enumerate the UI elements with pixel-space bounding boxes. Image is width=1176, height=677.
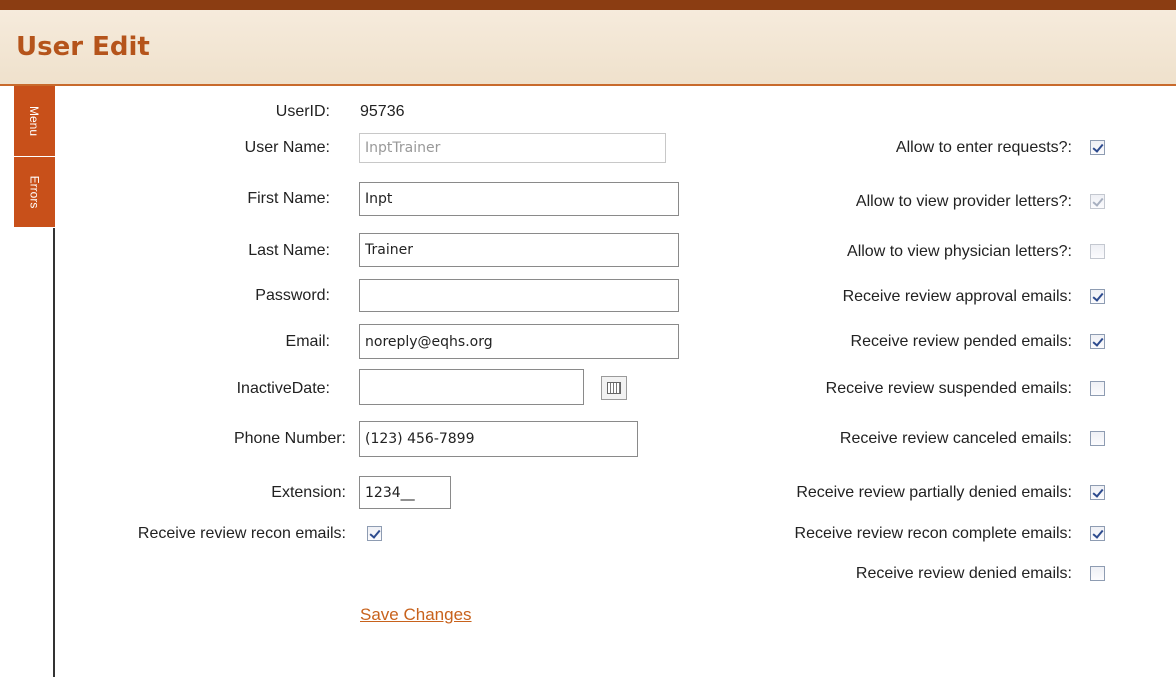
tab-errors[interactable]: Errors (14, 157, 55, 228)
perm-label-denied-emails: Receive review denied emails: (855, 565, 1072, 582)
extension-input[interactable] (359, 476, 451, 509)
perm-checkbox-enter-requests[interactable] (1090, 140, 1105, 155)
inactive-date-input[interactable] (359, 369, 584, 405)
perm-label-pended-emails: Receive review pended emails: (850, 333, 1072, 350)
last-name-label: Last Name: (248, 242, 330, 259)
perm-checkbox-provider-letters[interactable] (1090, 194, 1105, 209)
userid-value: 95736 (360, 103, 405, 120)
email-input[interactable] (359, 324, 679, 359)
perm-checkbox-physician-letters[interactable] (1090, 244, 1105, 259)
password-label: Password: (255, 287, 330, 304)
first-name-input[interactable] (359, 182, 679, 216)
perm-label-recon-complete-emails: Receive review recon complete emails: (794, 525, 1072, 542)
top-bar (0, 0, 1176, 10)
perm-checkbox-recon-complete-emails[interactable] (1090, 526, 1105, 541)
extension-label: Extension: (271, 484, 346, 501)
userid-label: UserID: (275, 103, 330, 120)
phone-label: Phone Number: (233, 430, 346, 447)
page-title: User Edit (16, 32, 150, 62)
phone-input[interactable] (359, 421, 638, 457)
email-label: Email: (285, 333, 330, 350)
perm-checkbox-pended-emails[interactable] (1090, 334, 1105, 349)
password-input[interactable] (359, 279, 679, 312)
perm-checkbox-canceled-emails[interactable] (1090, 431, 1105, 446)
recon-emails-label: Receive review recon emails: (137, 525, 346, 542)
sidebar: Menu Errors (14, 86, 55, 677)
tab-errors-label: Errors (27, 175, 42, 209)
inactive-date-label: InactiveDate: (236, 380, 330, 397)
perm-label-suspended-emails: Receive review suspended emails: (825, 380, 1072, 397)
perm-checkbox-partially-denied-emails[interactable] (1090, 485, 1105, 500)
perm-label-approval-emails: Receive review approval emails: (842, 288, 1072, 305)
save-changes-link[interactable]: Save Changes (360, 605, 472, 625)
tab-menu-label: Menu (27, 105, 42, 137)
perm-label-enter-requests: Allow to enter requests?: (895, 139, 1072, 156)
tab-menu[interactable]: Menu (14, 86, 55, 157)
calendar-icon[interactable] (601, 376, 627, 400)
perm-label-partially-denied-emails: Receive review partially denied emails: (796, 484, 1072, 501)
page-header: User Edit (0, 10, 1176, 86)
perm-label-provider-letters: Allow to view provider letters?: (855, 193, 1072, 210)
user-name-label: User Name: (244, 139, 330, 156)
user-name-input[interactable] (359, 133, 666, 163)
last-name-input[interactable] (359, 233, 679, 267)
perm-checkbox-approval-emails[interactable] (1090, 289, 1105, 304)
perm-checkbox-suspended-emails[interactable] (1090, 381, 1105, 396)
perm-checkbox-denied-emails[interactable] (1090, 566, 1105, 581)
first-name-label: First Name: (247, 190, 330, 207)
recon-emails-checkbox[interactable] (367, 526, 382, 541)
perm-label-canceled-emails: Receive review canceled emails: (839, 430, 1072, 447)
perm-label-physician-letters: Allow to view physician letters?: (847, 243, 1072, 260)
